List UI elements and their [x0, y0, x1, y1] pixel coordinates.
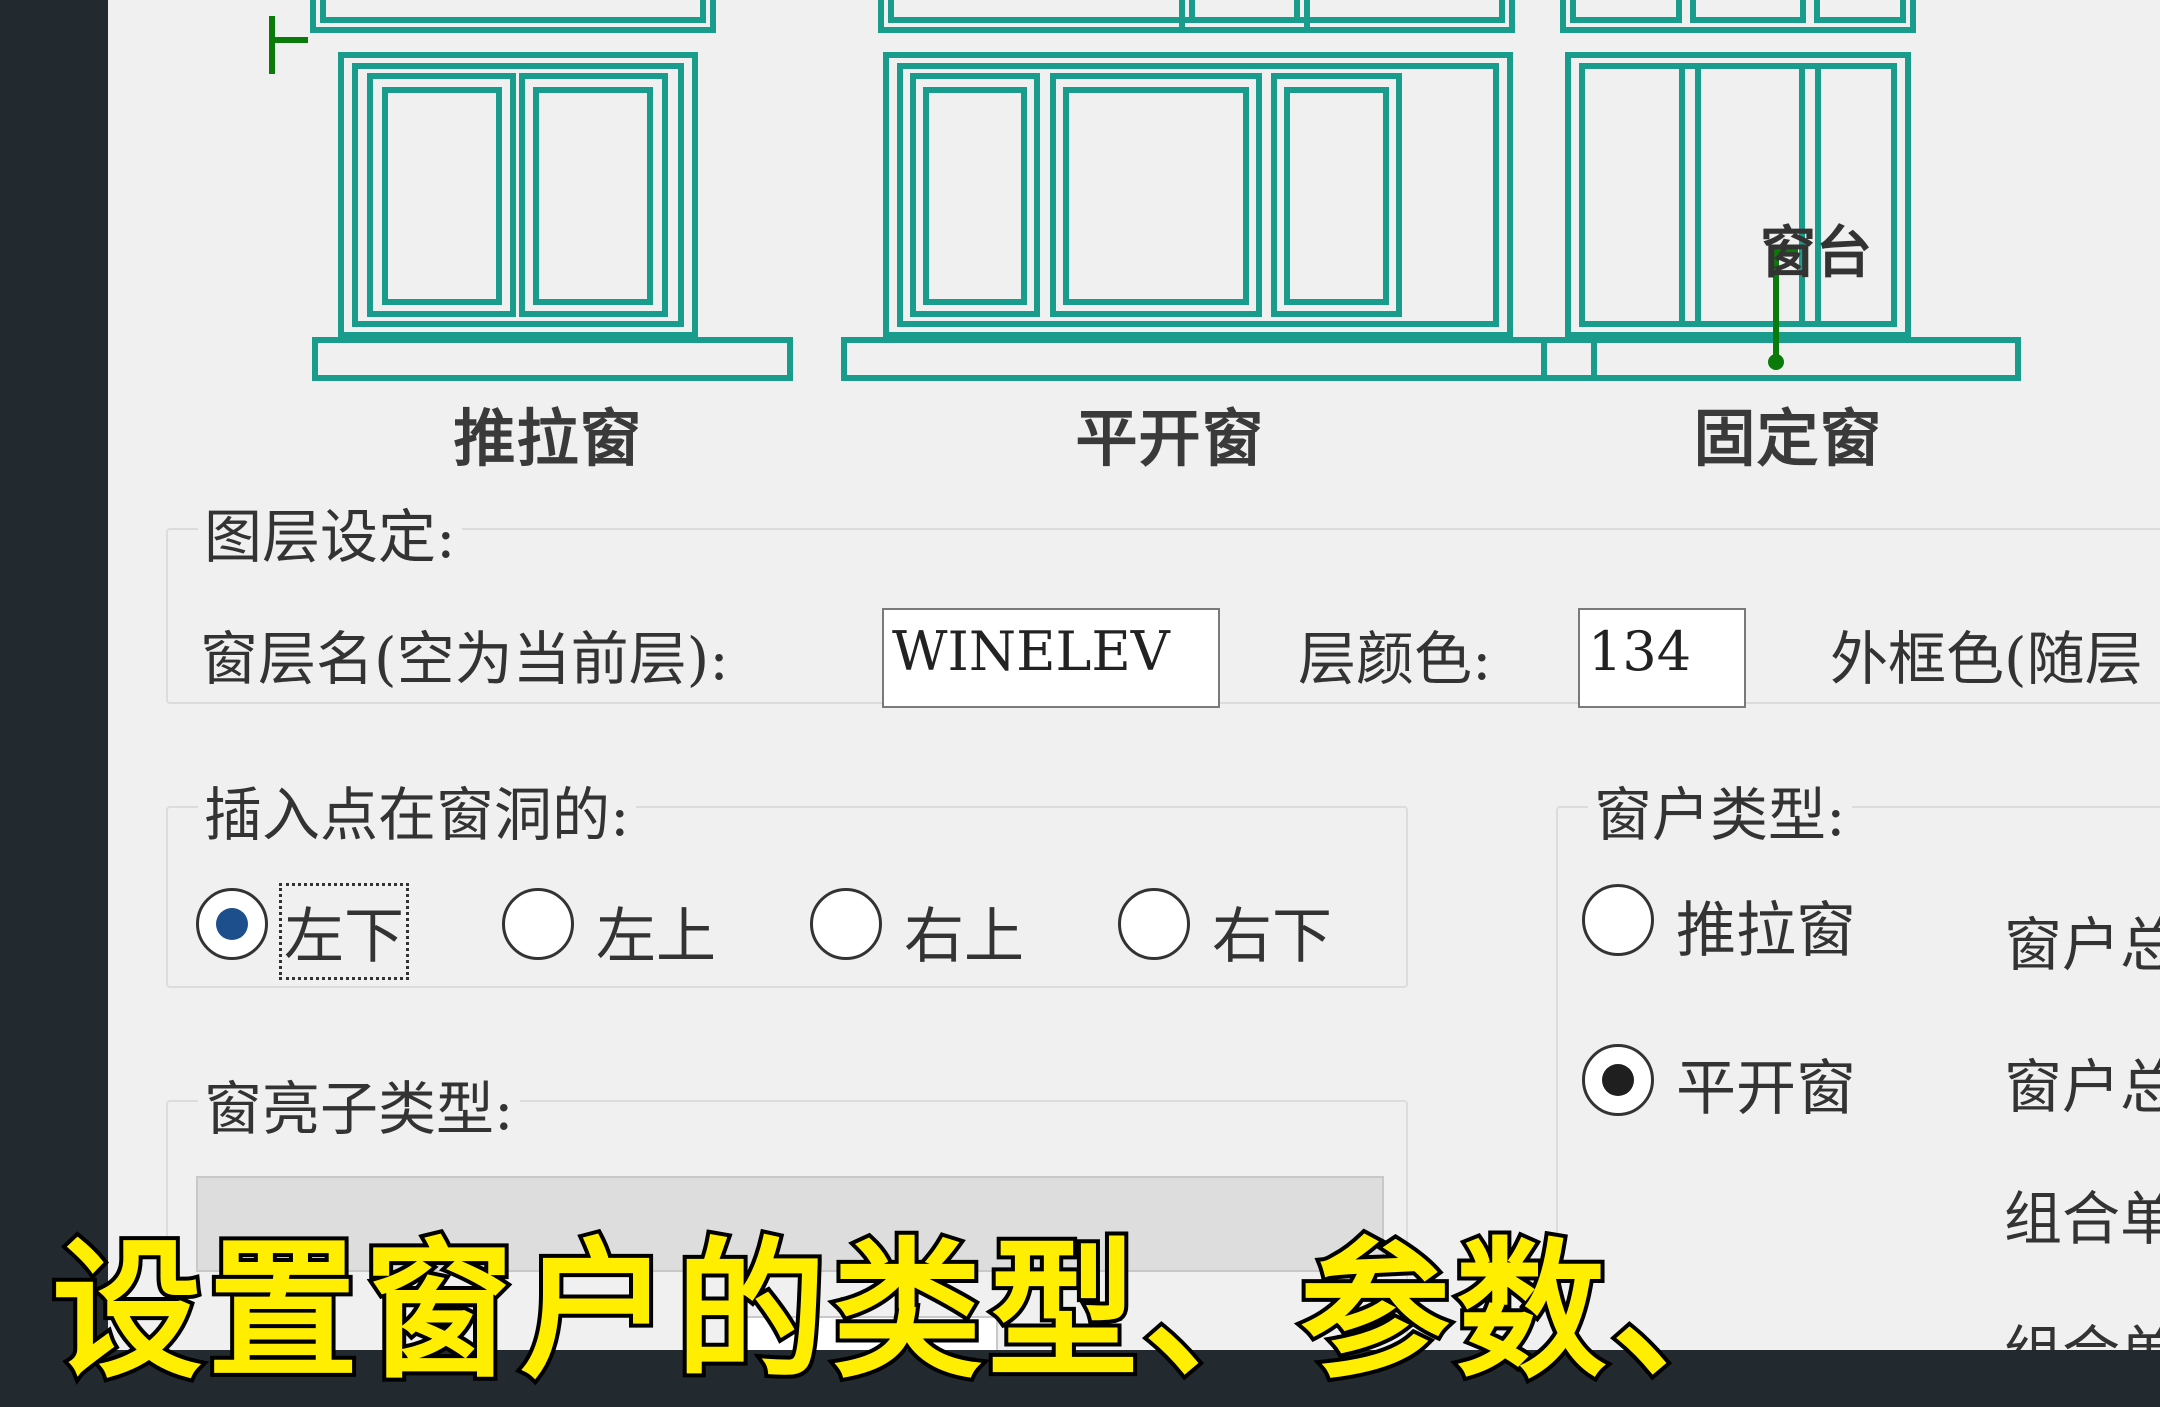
video-subtitle: 设置窗户的类型、参数、 — [48, 1221, 1769, 1403]
insert-point-top-right-label[interactable]: 右上 — [904, 888, 1024, 975]
sliding-window-preview — [310, 0, 793, 381]
insert-point-legend: 插入点在窗洞的: — [198, 768, 636, 852]
layer-name-input[interactable]: WINELEV — [882, 608, 1220, 708]
insert-point-bottom-left-radio[interactable] — [196, 888, 268, 960]
layer-color-input[interactable]: 134 — [1578, 608, 1746, 708]
casement-window-preview — [841, 0, 1597, 381]
window-type-casement-label[interactable]: 平开窗 — [1676, 1040, 1856, 1127]
window-total-height-label: 窗户总 — [2004, 1053, 2160, 1121]
insert-point-top-left-label[interactable]: 左上 — [596, 888, 716, 975]
combo-unit-label-2: 组合单 — [2004, 1306, 2160, 1350]
window-type-sliding-radio[interactable] — [1582, 884, 1654, 956]
insert-point-top-left-radio[interactable] — [502, 888, 574, 960]
layer-settings-legend: 图层设定: — [198, 490, 462, 574]
crosshair-cursor-icon — [269, 16, 308, 74]
insert-point-top-right-radio[interactable] — [810, 888, 882, 960]
frame-color-label: 外框色(随层 — [1830, 625, 2143, 693]
insert-point-bottom-left-label[interactable]: 左下 — [279, 883, 409, 980]
layer-name-label: 窗层名(空为当前层): — [200, 625, 729, 693]
fixed-window-preview — [1541, 0, 2021, 381]
window-settings-dialog: 窗台 推拉窗 平开窗 固定窗 图层设定: 窗层名(空为当前层): WINELEV… — [108, 0, 2160, 1350]
window-type-legend: 窗户类型: — [1588, 768, 1852, 852]
layer-color-label: 层颜色: — [1298, 625, 1492, 693]
combo-unit-label-1: 组合单 — [2004, 1185, 2160, 1253]
insert-point-bottom-right-radio[interactable] — [1118, 888, 1190, 960]
insert-point-bottom-right-label[interactable]: 右下 — [1212, 888, 1332, 975]
caption-sliding-window: 推拉窗 — [453, 402, 643, 475]
sublight-type-legend: 窗亮子类型: — [198, 1062, 520, 1146]
caption-fixed-window: 固定窗 — [1693, 402, 1883, 475]
window-total-width-label: 窗户总 — [2004, 911, 2160, 979]
window-type-sliding-label[interactable]: 推拉窗 — [1676, 882, 1856, 969]
caption-casement-window: 平开窗 — [1075, 402, 1265, 475]
sill-callout-label: 窗台 — [1760, 221, 1872, 286]
window-type-casement-radio[interactable] — [1582, 1044, 1654, 1116]
